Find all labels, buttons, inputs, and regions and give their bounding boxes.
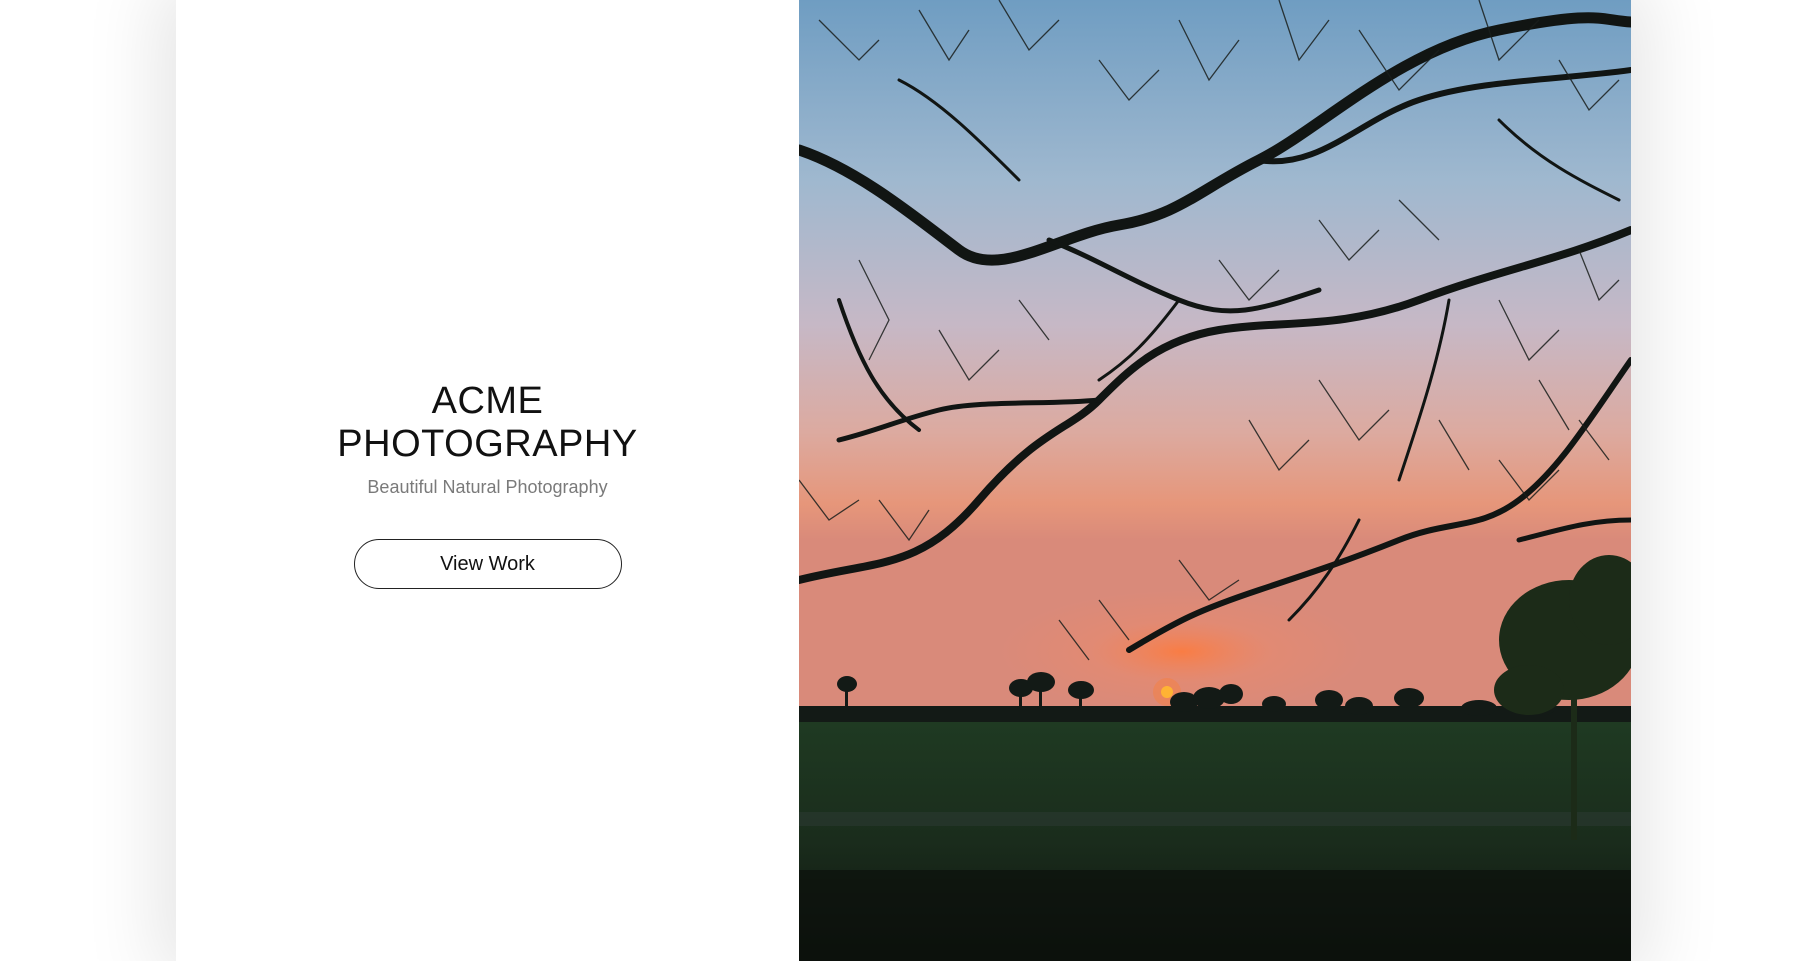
sunset-photo-image <box>799 0 1631 961</box>
intro-panel: ACME PHOTOGRAPHY Beautiful Natural Photo… <box>176 0 799 961</box>
page: ACME PHOTOGRAPHY Beautiful Natural Photo… <box>0 0 1812 961</box>
site-title-line1: ACME <box>431 380 544 422</box>
hero-photo <box>799 0 1631 961</box>
view-work-button[interactable]: View Work <box>353 539 622 589</box>
hero-text: ACME PHOTOGRAPHY Beautiful Natural Photo… <box>176 380 799 589</box>
site-title-line2: PHOTOGRAPHY <box>337 423 638 465</box>
site-title: ACME PHOTOGRAPHY <box>176 380 799 466</box>
hero-card: ACME PHOTOGRAPHY Beautiful Natural Photo… <box>176 0 1631 961</box>
site-tagline: Beautiful Natural Photography <box>367 477 608 497</box>
